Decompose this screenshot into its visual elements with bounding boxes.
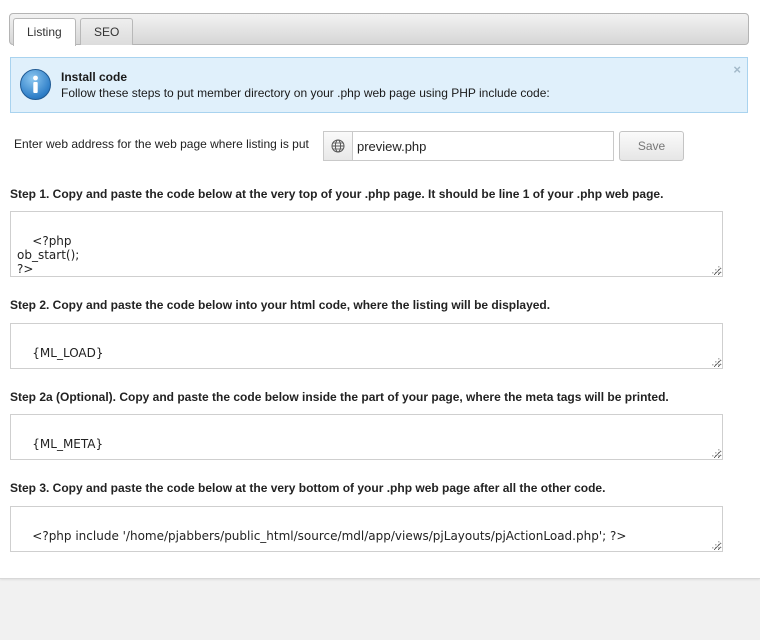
step-2a-label: Step 2a (Optional). Copy and paste the c… bbox=[10, 390, 669, 404]
globe-icon bbox=[324, 132, 353, 160]
save-button[interactable]: Save bbox=[619, 131, 684, 161]
step-2-code-text: {ML_LOAD} bbox=[32, 346, 104, 360]
step-3-code-text: <?php include '/home/pjabbers/public_htm… bbox=[32, 529, 627, 543]
notice-title: Install code bbox=[61, 70, 128, 84]
notice-text: Follow these steps to put member directo… bbox=[61, 86, 550, 100]
web-address-input[interactable] bbox=[357, 138, 607, 154]
step-1-code[interactable]: <?php ob_start(); ?> bbox=[10, 211, 723, 277]
step-3-label: Step 3. Copy and paste the code below at… bbox=[10, 481, 606, 495]
resize-grip-icon[interactable] bbox=[711, 265, 720, 274]
step-2a-code[interactable]: {ML_META} bbox=[10, 414, 723, 460]
tab-seo[interactable]: SEO bbox=[80, 18, 134, 45]
step-2a-code-text: {ML_META} bbox=[32, 437, 104, 451]
resize-grip-icon[interactable] bbox=[711, 448, 720, 457]
install-panel: Listing SEO Install code Follow these st… bbox=[0, 0, 760, 579]
resize-grip-icon[interactable] bbox=[711, 357, 720, 366]
tab-bar: Listing SEO bbox=[9, 13, 749, 46]
info-icon bbox=[20, 69, 51, 100]
tab-listing[interactable]: Listing bbox=[13, 18, 76, 46]
web-address-label: Enter web address for the web page where… bbox=[14, 137, 309, 151]
step-1-code-text: <?php ob_start(); ?> bbox=[17, 234, 80, 276]
step-1-label: Step 1. Copy and paste the code below at… bbox=[10, 187, 664, 201]
step-3-code[interactable]: <?php include '/home/pjabbers/public_htm… bbox=[10, 506, 723, 552]
step-2-label: Step 2. Copy and paste the code below in… bbox=[10, 298, 551, 312]
close-icon[interactable]: × bbox=[733, 62, 741, 77]
step-2-code[interactable]: {ML_LOAD} bbox=[10, 323, 723, 369]
resize-grip-icon[interactable] bbox=[711, 540, 720, 549]
install-notice: Install code Follow these steps to put m… bbox=[10, 57, 748, 113]
web-address-field bbox=[323, 131, 614, 161]
